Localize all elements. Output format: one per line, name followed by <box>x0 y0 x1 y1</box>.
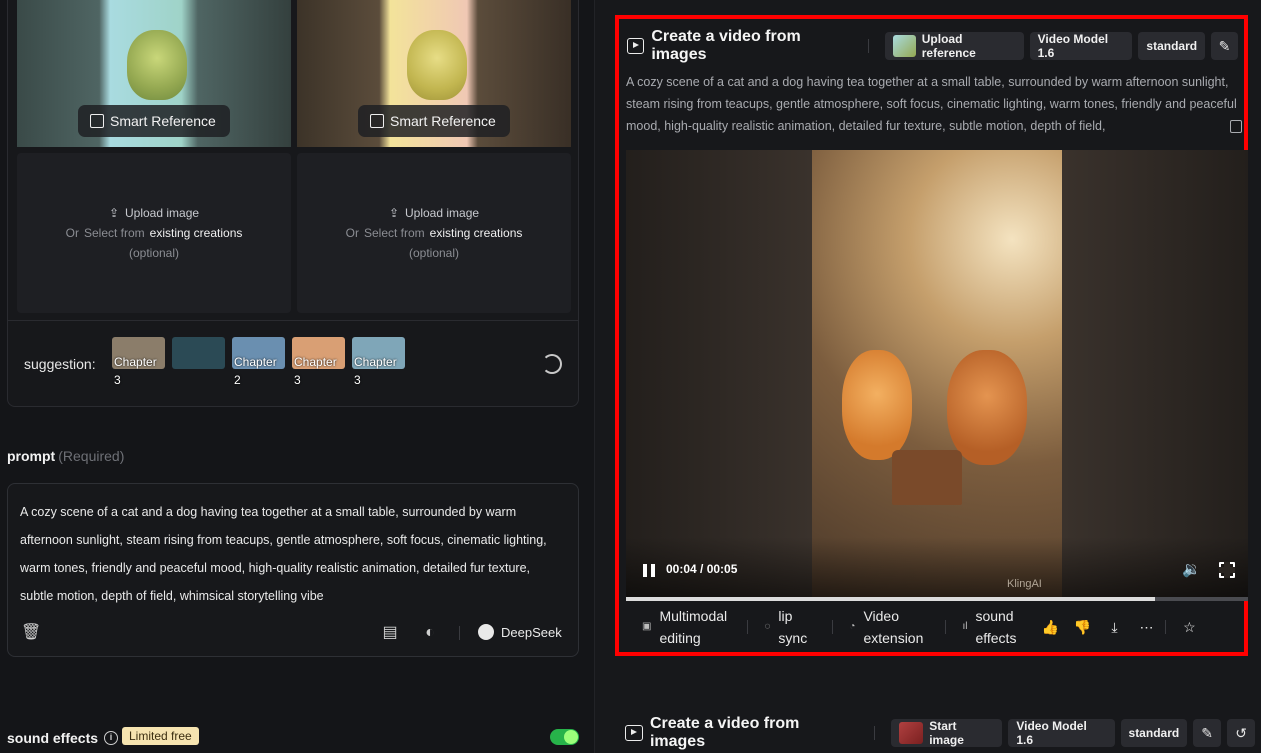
card-header: Create a video from images Upload refere… <box>627 28 1244 63</box>
video-icon <box>625 725 643 741</box>
divider <box>867 39 869 53</box>
mode-chip[interactable]: standard <box>1120 719 1188 747</box>
video-player[interactable]: 00:04 / 00:05 KlingAI 🔉 <box>626 150 1248 597</box>
suggestion-item[interactable]: Chapter 2 <box>232 337 285 387</box>
video-time: 00:04 / 00:05 <box>666 562 738 576</box>
left-panel: Smart Reference Smart Reference ⇪ Upload… <box>0 0 594 753</box>
upload-slot-2[interactable]: ⇪ Upload image Or Select from existing c… <box>297 153 571 313</box>
existing-creations-link[interactable]: existing creations <box>430 226 523 240</box>
suggestion-item[interactable]: Chapter 3 <box>352 337 405 387</box>
optional-label: (optional) <box>128 246 180 260</box>
deepseek-whale-icon <box>478 624 494 640</box>
card-title: Create a video from images <box>651 28 801 63</box>
tea-table <box>892 450 962 505</box>
info-icon[interactable]: i <box>104 731 119 745</box>
card-title: Create a video from images <box>649 715 800 750</box>
right-panel: Create a video from images Upload refere… <box>594 0 1261 753</box>
waveform-icon: ıl <box>962 621 968 632</box>
prompt-text[interactable]: A cozy scene of a cat and a dog having t… <box>20 498 560 610</box>
limited-free-badge: Limited free <box>122 727 199 745</box>
generation-card-2-header: Create a video from images Start image V… <box>625 715 1261 751</box>
edit-icon[interactable]: ✎ <box>1211 32 1238 60</box>
sound-effects-button[interactable]: ıl sound effects <box>946 605 1027 649</box>
card-description: A cozy scene of a cat and a dog having t… <box>626 75 1237 133</box>
upload-reference-chip[interactable]: Upload reference <box>884 32 1024 60</box>
more-icon[interactable]: ⋯ <box>1137 618 1155 636</box>
video-extension-button[interactable]: ◔ Video extension <box>833 605 935 649</box>
start-image-chip[interactable]: Start image <box>891 719 1003 747</box>
suggestion-item[interactable]: Chapter 3 <box>112 337 165 387</box>
mode-chip[interactable]: standard <box>1138 32 1206 60</box>
model-chip[interactable]: Video Model 1.6 <box>1029 32 1133 60</box>
upload-slot-1[interactable]: ⇪ Upload image Or Select from existing c… <box>17 153 291 313</box>
video-letterbox-right <box>1062 150 1248 597</box>
frame-icon <box>370 114 384 128</box>
smart-reference-button-1[interactable]: Smart Reference <box>78 105 230 137</box>
select-existing-line: Or Select from existing creations <box>65 226 243 240</box>
generation-card: Create a video from images Upload refere… <box>615 15 1248 656</box>
prompt-input[interactable]: A cozy scene of a cat and a dog having t… <box>7 483 579 657</box>
suggestion-item[interactable] <box>172 337 225 369</box>
lip-sync-button[interactable]: ◌ lip sync <box>748 605 822 649</box>
reference-card: Smart Reference Smart Reference ⇪ Upload… <box>7 0 579 407</box>
model-chip[interactable]: Video Model 1.6 <box>1008 719 1115 747</box>
dog-figure <box>407 30 467 100</box>
video-progress-fill <box>626 597 1155 601</box>
suggestion-thumbnail <box>172 337 225 369</box>
video-letterbox-left <box>626 150 812 597</box>
lightbulb-icon[interactable]: ◐ <box>421 624 439 642</box>
thumbs-up-icon[interactable]: 👍 <box>1041 618 1059 636</box>
edit-icon[interactable]: ✎ <box>1193 719 1222 747</box>
sound-effects-label: sound effects i <box>7 730 119 746</box>
lip-icon: ◌ <box>764 621 771 632</box>
upload-icon: ⇪ <box>108 206 119 220</box>
frame-icon <box>90 114 104 128</box>
extend-icon: ◔ <box>849 621 856 632</box>
app-root: Smart Reference Smart Reference ⇪ Upload… <box>0 0 1261 753</box>
divider <box>874 726 876 740</box>
reference-image-1[interactable]: Smart Reference <box>17 0 291 147</box>
prompt-title: prompt (Required) <box>7 448 125 464</box>
reference-image-2[interactable]: Smart Reference <box>297 0 571 147</box>
start-image-thumbnail <box>899 722 924 744</box>
volume-icon[interactable]: 🔉 <box>1182 561 1201 579</box>
edit-multimodal-icon: ▣ <box>642 621 652 632</box>
divider <box>8 320 578 321</box>
undo-icon[interactable]: ↺ <box>1227 719 1256 747</box>
select-existing-line: Or Select from existing creations <box>345 226 523 240</box>
action-bar: ▣ Multimodal editing ◌ lip sync ◔ Video … <box>626 605 1246 649</box>
copy-icon[interactable] <box>1230 120 1242 133</box>
refresh-suggestions-icon[interactable] <box>542 354 562 374</box>
smart-reference-button-2[interactable]: Smart Reference <box>358 105 510 137</box>
video-progress[interactable] <box>626 597 1248 601</box>
reference-thumbnail <box>892 35 916 57</box>
upload-image-link[interactable]: ⇪ Upload image <box>109 206 199 220</box>
download-icon[interactable]: ⤓ <box>1105 618 1123 636</box>
trash-icon[interactable]: 🗑 <box>21 624 41 642</box>
existing-creations-link[interactable]: existing creations <box>150 226 243 240</box>
sound-effects-toggle[interactable] <box>550 729 579 745</box>
cat-character <box>842 350 912 460</box>
video-icon <box>627 38 645 54</box>
cat-figure <box>127 30 187 100</box>
fullscreen-icon[interactable] <box>1219 562 1235 578</box>
multimodal-editing-button[interactable]: ▣ Multimodal editing <box>626 605 737 649</box>
suggestion-label: suggestion: <box>24 356 96 372</box>
dog-character <box>947 350 1027 465</box>
upload-image-link[interactable]: ⇪ Upload image <box>389 206 479 220</box>
optional-label: (optional) <box>408 246 460 260</box>
star-icon[interactable]: ☆ <box>1180 618 1198 636</box>
save-prompt-icon[interactable]: ▤ <box>381 624 399 642</box>
watermark: KlingAI <box>1007 578 1042 590</box>
suggestion-item[interactable]: Chapter 3 <box>292 337 345 387</box>
upload-icon: ⇪ <box>388 206 399 220</box>
video-frame <box>812 150 1062 597</box>
deepseek-button[interactable]: DeepSeek <box>478 624 562 640</box>
divider <box>1165 620 1167 634</box>
thumbs-down-icon[interactable]: 👎 <box>1073 618 1091 636</box>
divider <box>459 626 460 640</box>
pause-icon[interactable] <box>643 564 655 577</box>
